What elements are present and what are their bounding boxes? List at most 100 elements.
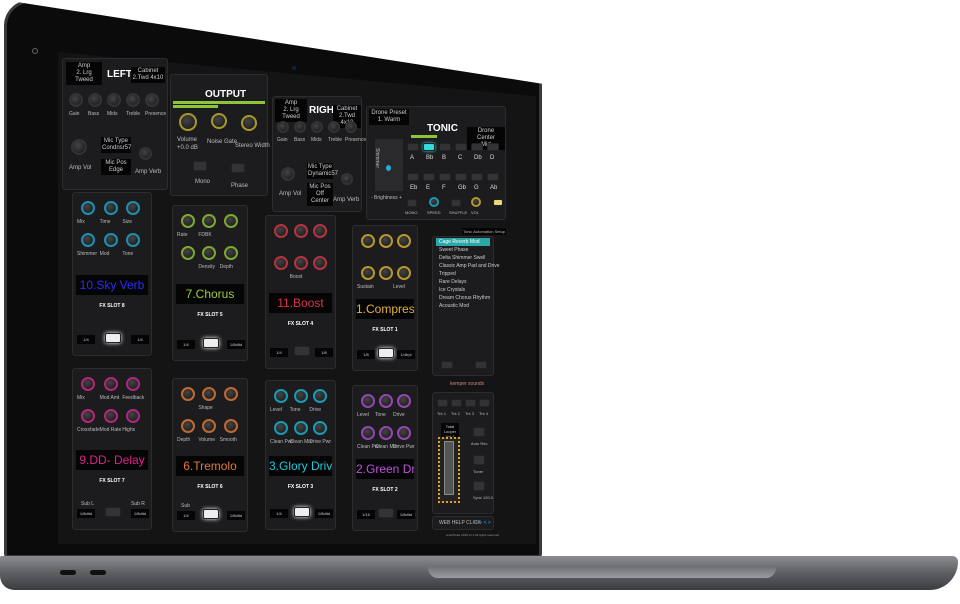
note-b-button[interactable] <box>439 143 451 151</box>
preset-item[interactable]: Ice Crystals <box>436 286 490 294</box>
fx-knob[interactable] <box>361 394 375 408</box>
fx-knob[interactable] <box>293 256 308 270</box>
fx-knob[interactable] <box>274 224 288 238</box>
right-time-select[interactable]: 1/8dttd <box>131 509 149 518</box>
fx-knob[interactable] <box>81 377 95 391</box>
amp-vol-knob[interactable] <box>71 139 87 155</box>
sync-button[interactable] <box>473 481 485 491</box>
amp-treble-knob[interactable] <box>126 93 140 107</box>
right-time-select[interactable]: 1/8dttd <box>315 509 333 518</box>
fader-handle[interactable] <box>444 441 454 495</box>
right-time-select[interactable]: 1/4 <box>131 335 149 344</box>
preset-item[interactable]: Delta Shimmer Swell <box>436 254 490 262</box>
track-button[interactable] <box>451 399 462 407</box>
fx-bypass-button[interactable] <box>203 509 219 519</box>
tuner-button[interactable] <box>473 455 485 465</box>
track-button[interactable] <box>465 399 476 407</box>
note-bb-button[interactable] <box>423 143 435 151</box>
auto-rec-button[interactable] <box>473 427 485 437</box>
fx-knob[interactable] <box>103 377 118 391</box>
fx-knob[interactable] <box>293 421 308 435</box>
drone-preset-select[interactable]: Drone Preset 1. Warm <box>369 109 409 125</box>
fx-effect-display[interactable]: 7.Chorus <box>176 284 244 304</box>
fx-knob[interactable] <box>202 387 217 401</box>
left-time-select[interactable]: 1/16 <box>357 510 375 519</box>
amp-treble-knob[interactable] <box>328 121 340 133</box>
amp-gain-knob[interactable] <box>277 121 289 133</box>
fx-knob[interactable] <box>223 387 238 401</box>
fx-bypass-button[interactable] <box>293 507 310 517</box>
amp-verb-knob[interactable] <box>341 173 353 185</box>
fx-effect-display[interactable]: 1.Compressor <box>356 299 414 319</box>
amp-vol-knob[interactable] <box>281 167 295 181</box>
status-arrows[interactable]: < > < > <box>475 520 491 526</box>
amp-presence-knob[interactable] <box>345 121 357 133</box>
note-f-button[interactable] <box>439 173 451 181</box>
note-ab-button[interactable] <box>487 173 499 181</box>
amp-presence-knob[interactable] <box>145 93 159 107</box>
amp-mids-knob[interactable] <box>311 121 323 133</box>
volume-knob[interactable] <box>179 113 197 131</box>
preset-item[interactable]: Sweet Phase <box>436 246 490 254</box>
vol-knob[interactable] <box>471 197 481 207</box>
fx-knob[interactable] <box>274 389 288 403</box>
fx-knob[interactable] <box>223 246 238 260</box>
mic-pos-select[interactable]: Mic Pos Edge <box>101 159 131 175</box>
left-time-select[interactable]: 1/4 <box>177 511 195 520</box>
left-time-select[interactable]: 1/4 <box>77 335 95 344</box>
preset-item[interactable]: Classic Amp Pad and Drive <box>436 262 500 270</box>
note-d-button[interactable] <box>487 143 499 151</box>
right-time-select[interactable]: 1/8dttd <box>397 510 415 519</box>
left-time-select[interactable]: 1/4 <box>177 340 195 349</box>
fx-knob[interactable] <box>313 389 328 403</box>
right-time-select[interactable]: 1/4trpl <box>397 350 415 359</box>
shuffle-button[interactable] <box>451 199 461 207</box>
note-g-button[interactable] <box>471 173 483 181</box>
fx-bypass-button[interactable] <box>293 346 310 356</box>
fx-knob[interactable] <box>397 234 411 248</box>
fx-knob[interactable] <box>202 246 217 260</box>
fx-knob[interactable] <box>81 233 95 247</box>
fx-knob[interactable] <box>223 214 238 228</box>
track-button[interactable] <box>437 399 448 407</box>
left-amp-select[interactable]: Amp 2. Lrg Tweed <box>66 62 102 85</box>
amp-gain-knob[interactable] <box>69 93 83 107</box>
fx-bypass-button[interactable] <box>105 333 121 343</box>
note-eb-button[interactable] <box>407 173 419 181</box>
fx-knob[interactable] <box>223 419 238 433</box>
right-time-select[interactable]: 1/8dttd <box>227 340 245 349</box>
left-time-select[interactable]: 1/8dttd <box>77 509 95 518</box>
fx-knob[interactable] <box>103 409 118 423</box>
fx-knob[interactable] <box>274 421 288 435</box>
next-preset-button[interactable] <box>475 361 487 369</box>
fx-knob[interactable] <box>313 421 328 435</box>
note-c-button[interactable] <box>455 143 467 151</box>
mic-type-select[interactable]: Mic Type Condnsr57 <box>101 137 131 153</box>
speed-knob[interactable] <box>429 197 439 207</box>
fx-knob[interactable] <box>361 234 375 248</box>
preset-item[interactable]: Cage Reverb Mod <box>436 238 490 246</box>
preset-item[interactable]: Tripped <box>436 270 490 278</box>
stereo-width-knob[interactable] <box>241 115 257 131</box>
fx-knob[interactable] <box>361 266 375 280</box>
right-time-select[interactable]: 1/8 <box>315 348 333 357</box>
track-button[interactable] <box>479 399 490 407</box>
fx-knob[interactable] <box>126 377 141 391</box>
fx-effect-display[interactable]: 2.Green Drive <box>356 459 414 479</box>
amp-bass-knob[interactable] <box>294 121 306 133</box>
fx-knob[interactable] <box>361 426 375 440</box>
fx-knob[interactable] <box>397 394 411 408</box>
fx-knob[interactable] <box>379 234 393 248</box>
tonic-on-button[interactable] <box>493 199 503 206</box>
fx-knob[interactable] <box>181 246 195 260</box>
fx-knob[interactable] <box>126 409 141 423</box>
note-e-button[interactable] <box>423 173 435 181</box>
fx-bypass-button[interactable] <box>105 507 121 517</box>
fx-knob[interactable] <box>397 426 411 440</box>
fx-knob[interactable] <box>293 224 308 238</box>
fx-effect-display[interactable]: 9.DD- Delay <box>76 450 148 470</box>
fx-knob[interactable] <box>313 256 328 270</box>
fx-effect-display[interactable]: 10.Sky Verb <box>76 275 148 295</box>
preset-list[interactable]: Cage Reverb Mod Sweet Phase Delta Shimmer … <box>432 236 500 376</box>
looper-volume-fader[interactable] <box>438 437 460 503</box>
